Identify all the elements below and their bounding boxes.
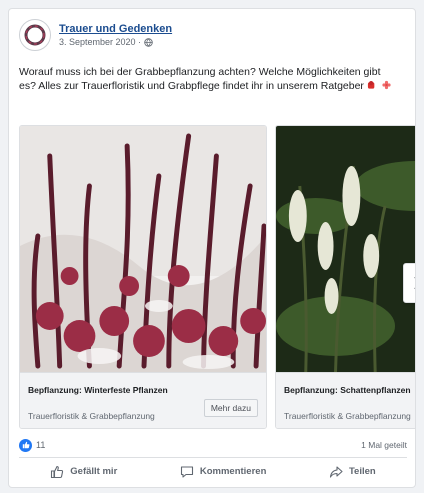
carousel-next-button[interactable] [403, 263, 415, 303]
card-title[interactable]: Bepflanzung: Schattenpflanzen [284, 385, 411, 395]
comment-button[interactable]: Kommentieren [180, 465, 267, 479]
facebook-post: Trauer und Gedenken 3. September 2020 · … [8, 8, 416, 488]
page-avatar[interactable] [19, 19, 51, 51]
reaction-summary[interactable]: 11 [19, 438, 46, 452]
carousel-card[interactable]: Bepflanzung: Winterfeste Pflanzen Trauer… [19, 125, 267, 429]
rose-emoji-icon [382, 80, 391, 90]
post-text: Worauf muss ich bei der Grabbepflanzung … [19, 65, 399, 93]
post-date[interactable]: 3. September 2020 · [59, 37, 141, 47]
card-source: Trauerfloristik & Grabbepflanzung [28, 411, 155, 421]
chevron-right-icon [414, 277, 415, 289]
shade-plant-image [276, 126, 415, 372]
wreath-logo-icon [24, 24, 46, 46]
like-button[interactable]: Gefällt mir [50, 465, 117, 479]
share-button[interactable]: Teilen [329, 465, 376, 479]
like-reaction-icon [19, 438, 32, 452]
globe-icon [144, 37, 153, 47]
more-info-button[interactable]: Mehr dazu [203, 399, 258, 417]
card-title[interactable]: Bepflanzung: Winterfeste Pflanzen [28, 385, 168, 395]
like-count: 11 [36, 440, 46, 450]
card-footer[interactable]: Bepflanzung: Schattenpflanzen Trauerflor… [276, 372, 415, 428]
card-footer[interactable]: Bepflanzung: Winterfeste Pflanzen Trauer… [20, 372, 266, 428]
post-actions: Gefällt mir Kommentieren Teilen [19, 457, 407, 485]
share-label: Teilen [348, 466, 376, 477]
like-label: Gefällt mir [70, 466, 118, 477]
link-carousel[interactable]: Bepflanzung: Winterfeste Pflanzen Trauer… [19, 125, 415, 429]
share-arrow-icon [329, 465, 343, 478]
page-name-link[interactable]: Trauer und Gedenken [59, 23, 172, 35]
card-source: Trauerfloristik & Grabbepflanzung [284, 411, 411, 421]
thumbs-up-icon [51, 465, 64, 478]
share-count[interactable]: 1 Mal geteilt [361, 440, 407, 450]
comment-icon [180, 465, 193, 478]
post-header: Trauer und Gedenken 3. September 2020 · [19, 19, 172, 51]
heather-snow-image [20, 126, 266, 372]
comment-label: Kommentieren [199, 466, 267, 477]
post-stats: 11 1 Mal geteilt [19, 437, 407, 453]
post-text-content: Worauf muss ich bei der Grabbepflanzung … [19, 66, 381, 92]
carousel-card[interactable]: Bepflanzung: Schattenpflanzen Trauerflor… [275, 125, 415, 429]
flower-emoji-icon [367, 81, 375, 89]
